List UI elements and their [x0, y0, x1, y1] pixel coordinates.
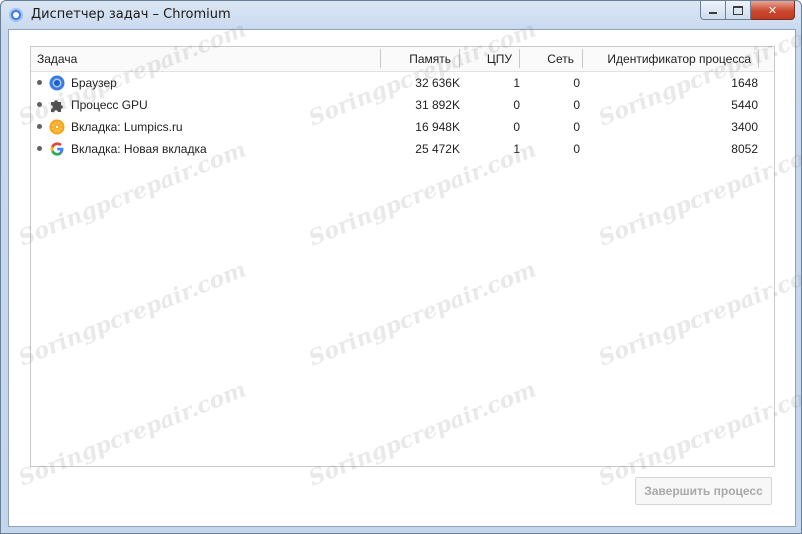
minimize-icon — [709, 11, 717, 14]
cpu-value: 1 — [513, 76, 520, 90]
row-bullet — [37, 102, 42, 107]
table-row[interactable]: Процесс GPU 31 892K 0 0 5440 — [31, 94, 774, 116]
column-header-network[interactable]: Сеть — [520, 47, 574, 71]
column-header-task[interactable]: Задача — [37, 47, 77, 71]
task-name: Вкладка: Lumpics.ru — [71, 120, 183, 134]
column-separator[interactable] — [758, 49, 759, 68]
window-controls: ✕ — [700, 1, 795, 21]
row-bullet — [37, 80, 42, 85]
column-header-cpu[interactable]: ЦПУ — [460, 47, 512, 71]
table-row[interactable]: Вкладка: Lumpics.ru 16 948K 0 0 3400 — [31, 116, 774, 138]
memory-value: 32 636K — [415, 76, 460, 90]
task-name: Вкладка: Новая вкладка — [71, 142, 207, 156]
maximize-icon — [733, 5, 743, 15]
close-button[interactable]: ✕ — [751, 1, 795, 20]
process-id-value: 3400 — [731, 120, 758, 134]
process-id-value: 1648 — [731, 76, 758, 90]
column-header-process-id[interactable]: Идентификатор процесса — [583, 47, 751, 71]
minimize-button[interactable] — [700, 1, 726, 20]
maximize-button[interactable] — [726, 1, 751, 20]
row-bullet — [37, 146, 42, 151]
orange-icon — [49, 119, 65, 135]
title-bar[interactable]: Диспетчер задач – Chromium ✕ — [1, 1, 801, 29]
process-id-value: 5440 — [731, 98, 758, 112]
table-row[interactable]: Браузер 32 636K 1 0 1648 — [31, 72, 774, 94]
chromium-app-icon — [9, 8, 23, 22]
process-id-value: 8052 — [731, 142, 758, 156]
close-icon: ✕ — [767, 3, 778, 17]
google-icon — [50, 142, 64, 156]
network-value: 0 — [573, 142, 580, 156]
memory-value: 25 472K — [415, 142, 460, 156]
cpu-value: 0 — [513, 120, 520, 134]
table-header: Задача Память ЦПУ Сеть Идентификатор про… — [31, 47, 774, 72]
column-header-memory[interactable]: Память — [381, 47, 451, 71]
table-row[interactable]: Вкладка: Новая вкладка 25 472K 1 0 8052 — [31, 138, 774, 160]
memory-value: 31 892K — [415, 98, 460, 112]
network-value: 0 — [573, 98, 580, 112]
network-value: 0 — [573, 120, 580, 134]
task-manager-window: Диспетчер задач – Chromium ✕ Задача Памя… — [0, 0, 802, 534]
task-name: Процесс GPU — [71, 98, 148, 112]
memory-value: 16 948K — [415, 120, 460, 134]
process-table: Задача Память ЦПУ Сеть Идентификатор про… — [30, 46, 775, 467]
puzzle-icon — [51, 100, 63, 112]
client-area: Задача Память ЦПУ Сеть Идентификатор про… — [8, 29, 796, 527]
network-value: 0 — [573, 76, 580, 90]
cpu-value: 0 — [513, 98, 520, 112]
cpu-value: 1 — [513, 142, 520, 156]
chromium-icon — [49, 75, 65, 91]
window-title: Диспетчер задач – Chromium — [31, 7, 231, 22]
task-name: Браузер — [71, 76, 117, 90]
row-bullet — [37, 124, 42, 129]
end-process-button[interactable]: Завершить процесс — [635, 477, 772, 505]
